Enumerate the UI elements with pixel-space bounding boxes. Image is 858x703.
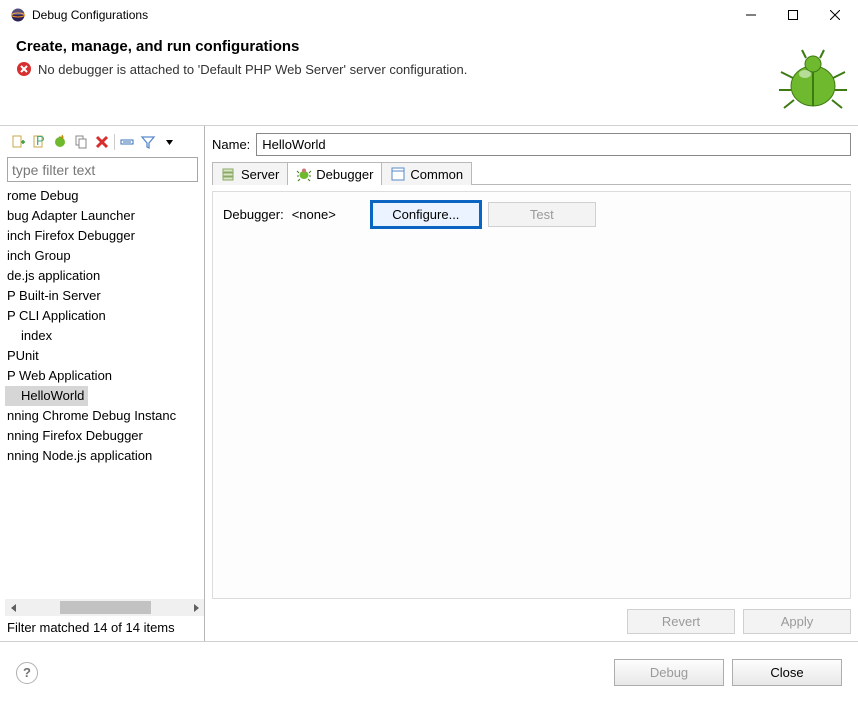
debugger-value: <none> [292, 207, 336, 222]
dialog-footer: ? Debug Close [0, 641, 858, 703]
help-button[interactable]: ? [16, 662, 38, 684]
title-bar: Debug Configurations [0, 0, 858, 30]
name-label: Name: [212, 137, 250, 152]
list-item[interactable]: nning Chrome Debug Instanc [5, 406, 204, 426]
close-button[interactable]: Close [732, 659, 842, 686]
svg-text:P: P [36, 134, 45, 148]
left-toolbar: P [5, 133, 204, 155]
list-item[interactable]: rome Debug [5, 186, 204, 206]
new-prototype-icon[interactable]: P [30, 133, 48, 151]
bug-tab-icon [296, 166, 312, 182]
common-icon [390, 166, 406, 182]
export-icon[interactable] [51, 133, 69, 151]
server-icon [221, 166, 237, 182]
list-item[interactable]: HelloWorld [5, 386, 88, 406]
banner-error-text: No debugger is attached to 'Default PHP … [38, 62, 467, 77]
scroll-right-icon[interactable] [187, 599, 204, 616]
filter-icon[interactable] [139, 133, 157, 151]
tab-server-label: Server [241, 167, 279, 182]
test-button[interactable]: Test [488, 202, 596, 227]
main-area: P rome Debugbug Adapter Launcherinch Fir… [0, 126, 858, 641]
apply-button[interactable]: Apply [743, 609, 851, 634]
scroll-left-icon[interactable] [5, 599, 22, 616]
close-window-button[interactable] [814, 1, 856, 29]
debug-button[interactable]: Debug [614, 659, 724, 686]
error-icon [16, 61, 32, 77]
tab-debugger-label: Debugger [316, 167, 373, 182]
tab-common-label: Common [410, 167, 463, 182]
minimize-button[interactable] [730, 1, 772, 29]
list-item[interactable]: P Built-in Server [5, 286, 204, 306]
banner: Create, manage, and run configurations N… [0, 30, 858, 126]
banner-error-line: No debugger is attached to 'Default PHP … [16, 61, 842, 77]
tab-content: Debugger: <none> Configure... Test [212, 191, 851, 599]
tab-server[interactable]: Server [212, 162, 287, 185]
eclipse-icon [10, 7, 26, 23]
new-config-icon[interactable] [9, 133, 27, 151]
bug-icon [776, 42, 850, 116]
filter-dropdown-icon[interactable] [160, 133, 178, 151]
left-pane: P rome Debugbug Adapter Launcherinch Fir… [0, 126, 205, 641]
list-item[interactable]: inch Group [5, 246, 204, 266]
banner-heading: Create, manage, and run configurations [16, 38, 842, 55]
configure-button[interactable]: Configure... [372, 202, 480, 227]
list-item[interactable]: bug Adapter Launcher [5, 206, 204, 226]
right-pane: Name: Server Debugger Common Debugger: <… [205, 126, 858, 641]
debugger-label: Debugger: [223, 207, 284, 222]
name-input[interactable] [256, 133, 851, 156]
filter-input[interactable] [7, 157, 198, 182]
delete-icon[interactable] [93, 133, 111, 151]
filter-status: Filter matched 14 of 14 items [5, 616, 204, 635]
list-item[interactable]: P Web Application [5, 366, 204, 386]
config-tree[interactable]: rome Debugbug Adapter Launcherinch Firef… [5, 186, 204, 616]
list-item[interactable]: nning Firefox Debugger [5, 426, 204, 446]
window-title: Debug Configurations [32, 8, 730, 22]
tab-debugger[interactable]: Debugger [287, 162, 381, 185]
collapse-all-icon[interactable] [118, 133, 136, 151]
tabs: Server Debugger Common [212, 162, 851, 185]
duplicate-icon[interactable] [72, 133, 90, 151]
revert-button[interactable]: Revert [627, 609, 735, 634]
list-item[interactable]: P CLI Application [5, 306, 204, 326]
maximize-button[interactable] [772, 1, 814, 29]
list-item[interactable]: PUnit [5, 346, 204, 366]
list-item[interactable]: nning Node.js application [5, 446, 204, 466]
list-item[interactable]: index [5, 326, 204, 346]
list-item[interactable]: inch Firefox Debugger [5, 226, 204, 246]
horizontal-scrollbar[interactable] [5, 599, 204, 616]
list-item[interactable]: de.js application [5, 266, 204, 286]
tab-common[interactable]: Common [381, 162, 472, 185]
